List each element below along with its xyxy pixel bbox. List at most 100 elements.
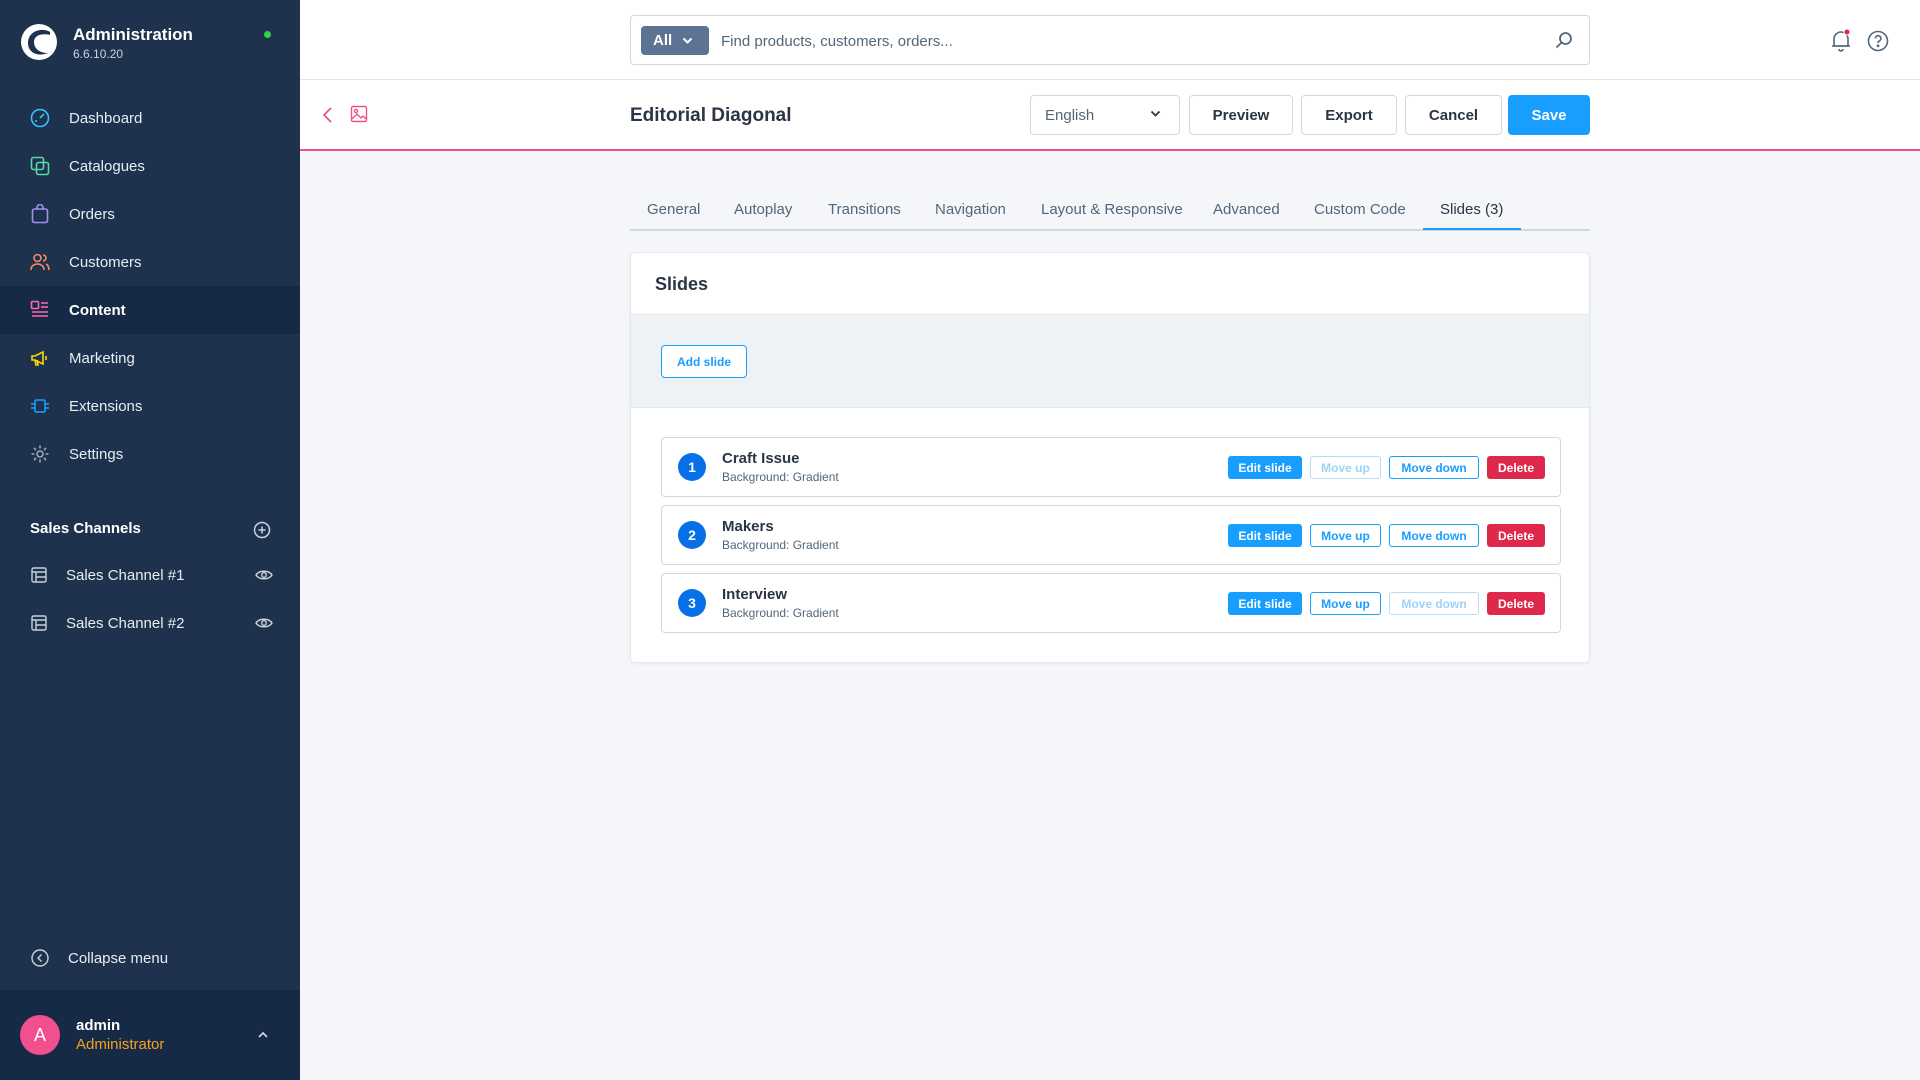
orders-icon [29,203,51,225]
top-bar: All [300,0,1920,80]
user-name: admin [76,1017,121,1034]
marketing-icon [29,347,51,369]
sidebar-item-content[interactable]: Content [0,286,300,334]
sidebar: Administration 6.6.10.20 Dashboard Catal… [0,0,300,1080]
back-arrow-icon[interactable] [321,106,335,124]
search-icon[interactable] [1555,31,1573,49]
sales-channel-label: Sales Channel #1 [66,566,185,584]
slide-background: Background: Gradient [722,538,839,552]
extensions-icon [29,395,51,417]
slides-toolbar: Add slide [631,314,1589,408]
slide-number-badge: 1 [678,453,706,481]
tab-bar: General Autoplay Transitions Navigation … [630,195,1590,231]
eye-icon[interactable] [255,615,273,631]
slide-name: Interview [722,586,788,603]
move-down-button: Move down [1389,592,1479,615]
move-up-button[interactable]: Move up [1310,524,1381,547]
slide-row: 2 Makers Background: Gradient Edit slide… [661,505,1561,565]
sidebar-item-label: Extensions [69,397,143,415]
move-down-button[interactable]: Move down [1389,456,1479,479]
sidebar-item-label: Settings [69,445,124,463]
chevron-down-icon [1150,110,1161,117]
language-select-value: English [1045,106,1095,124]
delete-slide-button[interactable]: Delete [1487,592,1545,615]
user-role: Administrator [76,1036,165,1053]
brand[interactable]: Administration 6.6.10.20 [20,20,280,66]
collapse-icon [31,949,49,967]
app-version: 6.6.10.20 [73,47,124,61]
tab-advanced[interactable]: Advanced [1213,201,1280,218]
search-scope-dropdown[interactable]: All [641,26,709,55]
move-down-button[interactable]: Move down [1389,524,1479,547]
help-icon[interactable] [1867,30,1889,52]
eye-icon[interactable] [255,567,273,583]
slide-number-badge: 3 [678,589,706,617]
sidebar-item-extensions[interactable]: Extensions [0,382,300,430]
search-scope-label: All [653,32,673,49]
image-icon [350,105,368,123]
catalogues-icon [29,155,51,177]
active-tab-indicator [1423,228,1521,230]
preview-button[interactable]: Preview [1189,95,1293,135]
export-button[interactable]: Export [1301,95,1397,135]
storefront-icon [31,567,47,583]
sidebar-item-label: Orders [69,205,115,223]
tab-slides[interactable]: Slides (3) [1440,201,1503,218]
settings-icon [29,443,51,465]
edit-slide-button[interactable]: Edit slide [1228,592,1302,615]
slide-background: Background: Gradient [722,470,839,484]
page-header: Editorial Diagonal English Preview Expor… [300,80,1920,151]
search-input[interactable] [721,28,1541,54]
sidebar-item-catalogues[interactable]: Catalogues [0,142,300,190]
save-button[interactable]: Save [1508,95,1590,135]
tab-general[interactable]: General [647,201,700,218]
slides-card: Slides Add slide 1 Craft Issue Backgroun… [630,252,1590,663]
avatar: A [20,1015,60,1055]
tab-navigation[interactable]: Navigation [935,201,1006,218]
language-select[interactable]: English [1030,95,1180,135]
slide-name: Craft Issue [722,450,800,467]
add-sales-channel-icon[interactable] [252,520,272,540]
sales-channels-title: Sales Channels [30,520,141,537]
chevron-down-icon [682,37,693,44]
user-menu[interactable]: A admin Administrator [0,990,300,1080]
chevron-up-icon[interactable] [256,1028,270,1042]
dashboard-icon [29,107,51,129]
tab-autoplay[interactable]: Autoplay [734,201,792,218]
sales-channel-item-2[interactable]: Sales Channel #2 [30,608,275,638]
tab-transitions[interactable]: Transitions [828,201,901,218]
edit-slide-button[interactable]: Edit slide [1228,456,1302,479]
slide-background: Background: Gradient [722,606,839,620]
sidebar-item-label: Marketing [69,349,135,367]
content-icon [29,299,51,321]
collapse-menu-button[interactable]: Collapse menu [30,947,168,969]
tab-custom-code[interactable]: Custom Code [1314,201,1406,218]
sales-channel-label: Sales Channel #2 [66,614,185,632]
slide-row: 3 Interview Background: Gradient Edit sl… [661,573,1561,633]
notifications-bell-icon[interactable] [1830,28,1852,52]
sales-channel-item-1[interactable]: Sales Channel #1 [30,560,275,590]
delete-slide-button[interactable]: Delete [1487,456,1545,479]
sidebar-item-label: Customers [69,253,142,271]
main-nav: Dashboard Catalogues Orders Customers Co… [0,94,300,478]
add-slide-button[interactable]: Add slide [661,345,747,378]
slide-number-badge: 2 [678,521,706,549]
app-title: Administration [73,25,193,44]
shopware-logo-icon [21,24,57,60]
sidebar-item-label: Catalogues [69,157,145,175]
sidebar-item-orders[interactable]: Orders [0,190,300,238]
edit-slide-button[interactable]: Edit slide [1228,524,1302,547]
page-title: Editorial Diagonal [630,105,792,126]
collapse-menu-label: Collapse menu [68,949,169,967]
sales-channels-header: Sales Channels [30,520,272,540]
move-up-button[interactable]: Move up [1310,592,1381,615]
customers-icon [29,251,51,273]
sidebar-item-settings[interactable]: Settings [0,430,300,478]
delete-slide-button[interactable]: Delete [1487,524,1545,547]
tab-layout-responsive[interactable]: Layout & Responsive [1041,201,1183,218]
sidebar-item-customers[interactable]: Customers [0,238,300,286]
cancel-button[interactable]: Cancel [1405,95,1502,135]
sidebar-item-marketing[interactable]: Marketing [0,334,300,382]
storefront-icon [31,615,47,631]
sidebar-item-dashboard[interactable]: Dashboard [0,94,300,142]
